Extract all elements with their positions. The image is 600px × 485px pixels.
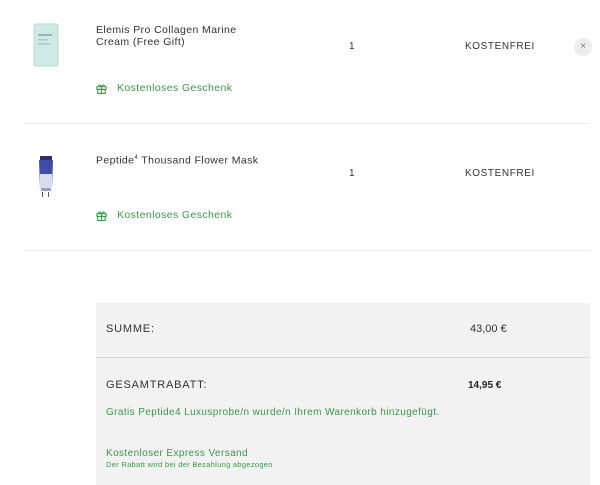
- gift-label: Kostenloses Geschenk: [117, 82, 233, 94]
- gift-icon: [96, 210, 107, 221]
- gift-badge: Kostenloses Geschenk: [96, 82, 232, 94]
- gift-badge: Kostenloses Geschenk: [96, 209, 232, 221]
- total-label: SUMME:: [106, 323, 155, 335]
- product-price: KOSTENFREI: [465, 41, 535, 52]
- product-name[interactable]: Peptide4 Thousand Flower Mask: [96, 152, 271, 167]
- product-thumbnail[interactable]: [30, 154, 62, 202]
- discount-label: GESAMTRABATT:: [106, 379, 208, 391]
- cart-item: Elemis Pro Collagen Marine Cream (Free G…: [24, 0, 592, 124]
- product-thumbnail[interactable]: [30, 22, 62, 70]
- cart-item: Peptide4 Thousand Flower Mask 1 KOSTENFR…: [24, 124, 590, 251]
- discount-message: Gratis Peptide4 Luxusprobe/n wurde/n Ihr…: [106, 407, 440, 418]
- discount-value: 14,95 €: [468, 380, 502, 391]
- total-value: 43,00 €: [470, 323, 507, 335]
- product-price: KOSTENFREI: [465, 168, 535, 179]
- product-quantity: 1: [349, 41, 355, 52]
- close-icon: ×: [580, 41, 586, 52]
- gift-icon: [96, 83, 107, 94]
- shipping-note: Der Rabatt wird bei der Bezahlung abgezo…: [106, 460, 273, 469]
- shipping-title: Kostenloser Express Versand: [106, 448, 248, 459]
- order-summary: SUMME: 43,00 € GESAMTRABATT: 14,95 € Gra…: [96, 303, 590, 485]
- product-name[interactable]: Elemis Pro Collagen Marine Cream (Free G…: [96, 24, 271, 48]
- product-quantity: 1: [349, 168, 355, 179]
- remove-item-button[interactable]: ×: [574, 38, 592, 56]
- gift-label: Kostenloses Geschenk: [117, 209, 233, 221]
- total-row: SUMME: 43,00 €: [96, 303, 590, 358]
